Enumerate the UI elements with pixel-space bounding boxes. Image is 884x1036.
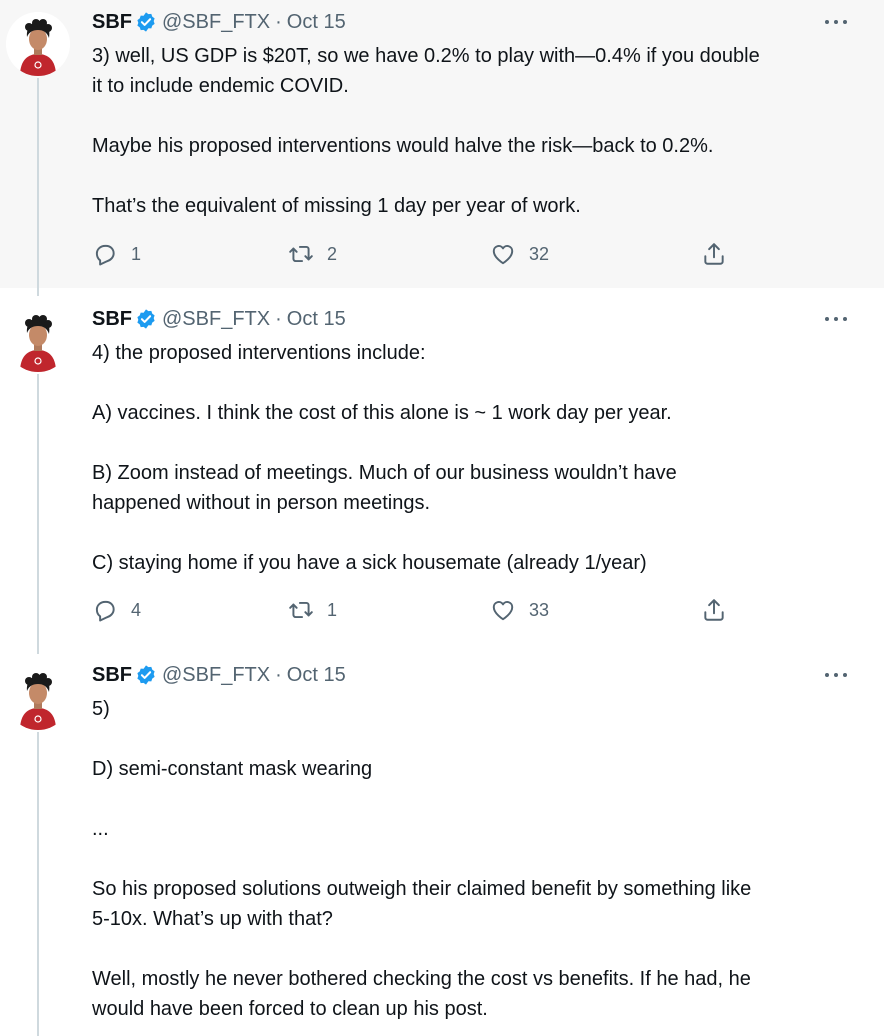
tweet-header: SBF @SBF_FTX · Oct 15	[92, 9, 346, 35]
share-button[interactable]	[701, 239, 727, 269]
tweet-text: 4) the proposed interventions include: A…	[92, 338, 862, 578]
tweet-text-line: D) semi-constant mask wearing	[92, 758, 373, 780]
avatar-person-red-shirt-icon	[6, 12, 70, 76]
verified-badge-icon	[135, 664, 157, 686]
tweet-text-line: C) staying home if you have a sick house…	[92, 552, 647, 574]
tweet-text-line: 3) well, US GDP is $20T, so we have 0.2%…	[92, 45, 760, 67]
reply-button[interactable]: 4	[92, 595, 141, 625]
thread-line	[37, 646, 39, 654]
reply-icon	[95, 600, 115, 622]
tweet-date[interactable]: Oct 15	[287, 306, 346, 332]
separator-dot: ·	[275, 308, 282, 330]
avatar[interactable]	[6, 308, 70, 372]
tweet-text-line: 5)	[92, 698, 110, 720]
more-options-icon[interactable]	[822, 665, 850, 685]
retweet-button[interactable]: 2	[288, 239, 337, 269]
thread-line	[37, 374, 39, 646]
reply-count: 1	[131, 243, 142, 264]
tweet-actions: 4 1 33	[92, 595, 752, 625]
share-button[interactable]	[701, 595, 727, 625]
share-icon	[704, 243, 724, 265]
retweet-icon	[289, 245, 313, 263]
reply-count: 4	[131, 599, 142, 620]
tweet-text-line: B) Zoom instead of meetings. Much of our…	[92, 462, 677, 484]
avatar-person-red-shirt-icon	[6, 308, 70, 372]
tweet-text-line: ...	[92, 818, 109, 840]
like-count: 32	[529, 243, 550, 264]
thread-line	[37, 288, 39, 296]
tweet-text: 3) well, US GDP is $20T, so we have 0.2%…	[92, 41, 862, 221]
reply-button[interactable]: 1	[92, 239, 141, 269]
tweet-text-line: would have been forced to clean up his p…	[92, 998, 488, 1020]
more-options-icon[interactable]	[822, 309, 850, 329]
tweet-header: SBF @SBF_FTX · Oct 15	[92, 662, 346, 688]
verified-badge-icon	[135, 308, 157, 330]
thread-line	[37, 78, 39, 288]
tweet-date[interactable]: Oct 15	[287, 662, 346, 688]
tweet-text: 5) D) semi-constant mask wearing ... So …	[92, 694, 862, 1024]
tweet-3[interactable]: SBF @SBF_FTX · Oct 15 3) well, US GDP is…	[0, 0, 884, 288]
retweet-count: 1	[327, 599, 338, 620]
author-handle[interactable]: @SBF_FTX	[162, 306, 270, 332]
tweet-4[interactable]: SBF @SBF_FTX · Oct 15 4) the proposed in…	[0, 288, 884, 646]
like-count: 33	[529, 599, 550, 620]
like-button[interactable]: 32	[490, 239, 549, 269]
tweet-text-line: That’s the equivalent of missing 1 day p…	[92, 195, 581, 217]
tweet-date[interactable]: Oct 15	[287, 9, 346, 35]
tweet-actions: 1 2 32	[92, 239, 752, 269]
reply-icon	[95, 244, 115, 266]
retweet-count: 2	[327, 243, 338, 264]
more-options-icon[interactable]	[822, 12, 850, 32]
tweet-text-line: A) vaccines. I think the cost of this al…	[92, 402, 672, 424]
separator-dot: ·	[275, 11, 282, 33]
thread-line	[37, 732, 39, 1036]
heart-icon	[492, 601, 514, 621]
separator-dot: ·	[275, 664, 282, 686]
tweet-header: SBF @SBF_FTX · Oct 15	[92, 306, 346, 332]
author-handle[interactable]: @SBF_FTX	[162, 662, 270, 688]
share-icon	[704, 599, 724, 621]
tweet-text-line: 5-10x. What’s up with that?	[92, 908, 333, 930]
tweet-text-line: it to include endemic COVID.	[92, 75, 349, 97]
tweet-text-line: happened without in person meetings.	[92, 492, 431, 514]
like-button[interactable]: 33	[490, 595, 549, 625]
heart-icon	[492, 245, 514, 265]
tweet-text-line: Well, mostly he never bothered checking …	[92, 968, 751, 990]
avatar-person-red-shirt-icon	[6, 666, 70, 730]
author-name[interactable]: SBF	[92, 662, 132, 688]
avatar[interactable]	[6, 666, 70, 730]
author-handle[interactable]: @SBF_FTX	[162, 9, 270, 35]
tweet-text-line: 4) the proposed interventions include:	[92, 342, 426, 364]
retweet-icon	[289, 601, 313, 619]
author-name[interactable]: SBF	[92, 9, 132, 35]
retweet-button[interactable]: 1	[288, 595, 337, 625]
author-name[interactable]: SBF	[92, 306, 132, 332]
verified-badge-icon	[135, 11, 157, 33]
avatar[interactable]	[6, 12, 70, 76]
tweet-5[interactable]: SBF @SBF_FTX · Oct 15 5) D) semi-constan…	[0, 646, 884, 1036]
tweet-text-line: Maybe his proposed interventions would h…	[92, 135, 714, 157]
tweet-text-line: So his proposed solutions outweigh their…	[92, 878, 752, 900]
